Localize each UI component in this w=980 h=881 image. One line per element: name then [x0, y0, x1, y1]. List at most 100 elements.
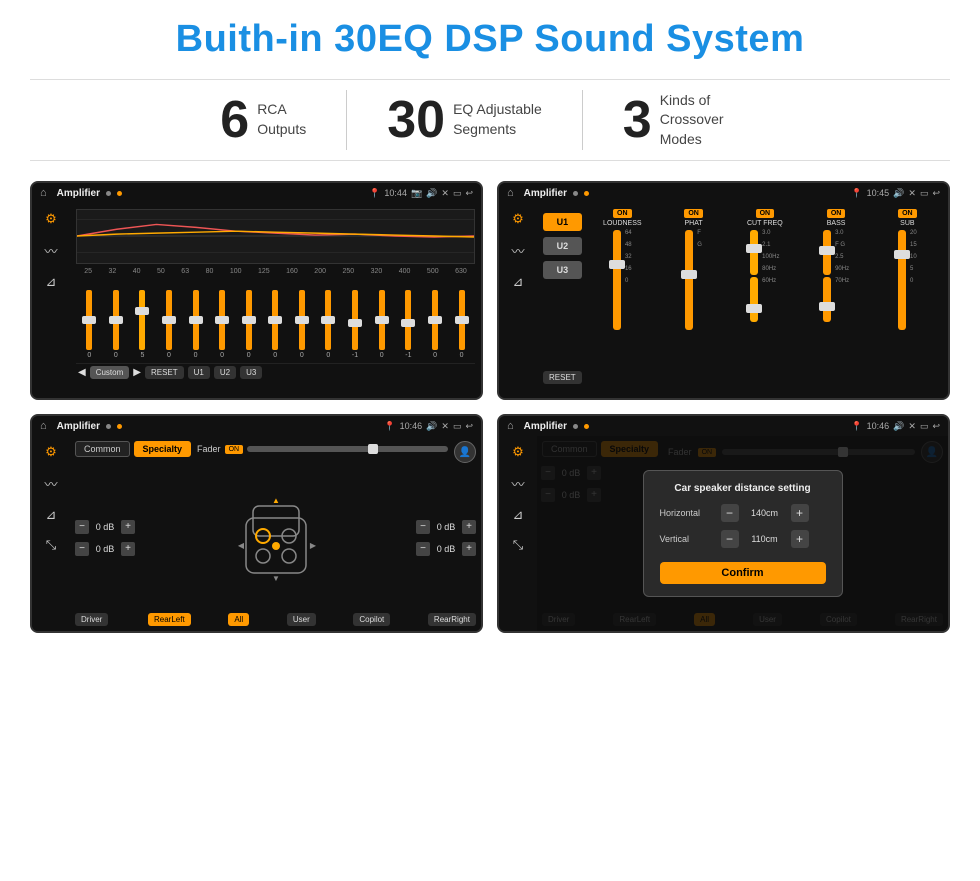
tab-specialty[interactable]: Specialty: [134, 441, 192, 457]
fader-row: Fader ON: [197, 444, 448, 454]
vol-icon-3: 🔊: [426, 421, 437, 432]
car-svg: ▲ ▼ ◀ ▶: [231, 488, 321, 588]
eq-play-btn[interactable]: ▶: [133, 367, 141, 378]
home-icon-2[interactable]: ⌂: [507, 187, 514, 199]
eq-prev-btn[interactable]: ◀: [78, 367, 86, 378]
app-name-4: Amplifier: [524, 421, 567, 432]
db-minus-left-1[interactable]: −: [75, 520, 89, 534]
bass-scale: 3.0F G2.590Hz70Hz: [835, 230, 849, 322]
eq-u1-btn[interactable]: U1: [188, 366, 210, 379]
profile-icon-3[interactable]: 👤: [454, 441, 476, 463]
back-icon-1[interactable]: ↩: [465, 188, 473, 199]
param-bass: ON BASS: [801, 209, 870, 392]
stat-eq: 30 EQ Adjustable Segments: [347, 94, 582, 146]
u3-button[interactable]: U3: [543, 261, 582, 279]
db-minus-right-2[interactable]: −: [416, 542, 430, 556]
db-plus-right-2[interactable]: +: [462, 542, 476, 556]
db-minus-left-2[interactable]: −: [75, 542, 89, 556]
bass-label: BASS: [827, 220, 846, 227]
status-bar-2: ⌂ Amplifier 📍 10:45 🔊 ✕ ▭ ↩: [499, 183, 948, 203]
confirm-button[interactable]: Confirm: [660, 562, 826, 584]
eq-u3-btn[interactable]: U3: [240, 366, 262, 379]
pin-icon-3: 📍: [384, 421, 395, 432]
speaker-icon-1[interactable]: ⊿: [46, 274, 57, 290]
back-icon-4[interactable]: ↩: [932, 421, 940, 432]
time-3: 10:46: [400, 421, 423, 431]
eq-slider-14: 0: [432, 290, 438, 359]
wave-icon-3[interactable]: 〰: [44, 474, 57, 493]
wave-icon-4[interactable]: 〰: [511, 474, 524, 493]
vertical-label: Vertical: [660, 534, 715, 544]
vertical-plus-btn[interactable]: +: [791, 530, 809, 548]
x-icon-3: ✕: [441, 421, 449, 432]
eq-icon-4[interactable]: ⚙: [512, 444, 524, 460]
sub-scale: 20151050: [910, 230, 917, 330]
copilot-btn[interactable]: Copilot: [353, 613, 390, 626]
back-icon-3[interactable]: ↩: [465, 421, 473, 432]
distance-main-area: Common Specialty Fader ON 👤 Driver Rea: [537, 436, 948, 631]
phat-slider[interactable]: [685, 230, 693, 330]
eq-slider-11: -1: [352, 290, 358, 359]
expand-icon-4[interactable]: ⤡: [513, 537, 523, 553]
status-dot-4b: [584, 424, 589, 429]
expand-icon-3[interactable]: ⤡: [46, 537, 56, 553]
cutfreq-slider1[interactable]: [750, 230, 758, 275]
db-plus-left-1[interactable]: +: [121, 520, 135, 534]
time-2: 10:45: [867, 188, 890, 198]
tab-common[interactable]: Common: [75, 441, 130, 457]
db-value-left-2: 0 dB: [92, 544, 118, 554]
rearleft-btn[interactable]: RearLeft: [148, 613, 191, 626]
eq-slider-7: 0: [246, 290, 252, 359]
eq-icon-3[interactable]: ⚙: [45, 444, 57, 460]
eq-custom-btn[interactable]: Custom: [90, 366, 130, 379]
sub-slider[interactable]: [898, 230, 906, 330]
eq-graph: [76, 209, 475, 264]
eq-icon-1[interactable]: ⚙: [45, 211, 57, 227]
u2-button[interactable]: U2: [543, 237, 582, 255]
user-btn[interactable]: User: [287, 613, 316, 626]
vertical-minus-btn[interactable]: −: [721, 530, 739, 548]
page-container: Buith-in 30EQ DSP Sound System 6 RCA Out…: [0, 0, 980, 881]
bass-slider2[interactable]: [823, 277, 831, 322]
home-icon-3[interactable]: ⌂: [40, 420, 47, 432]
main-title: Buith-in 30EQ DSP Sound System: [30, 18, 950, 61]
eq-slider-6: 0: [219, 290, 225, 359]
db-plus-right-1[interactable]: +: [462, 520, 476, 534]
eq-slider-15: 0: [459, 290, 465, 359]
wave-icon-2[interactable]: 〰: [511, 241, 524, 260]
db-plus-left-2[interactable]: +: [121, 542, 135, 556]
db-minus-right-1[interactable]: −: [416, 520, 430, 534]
speaker-icon-4[interactable]: ⊿: [513, 507, 524, 523]
eq-icon-2[interactable]: ⚙: [512, 211, 524, 227]
vol-icon-2: 🔊: [893, 188, 904, 199]
loudness-on-badge: ON: [613, 209, 632, 218]
fader-slider[interactable]: [247, 446, 448, 452]
rearright-btn[interactable]: RearRight: [428, 613, 476, 626]
wave-icon-1[interactable]: 〰: [44, 241, 57, 260]
stat-crossover: 3 Kinds of Crossover Modes: [583, 91, 800, 150]
home-icon-1[interactable]: ⌂: [40, 187, 47, 199]
driver-btn[interactable]: Driver: [75, 613, 108, 626]
status-dot-3b: [117, 424, 122, 429]
app-name-3: Amplifier: [57, 421, 100, 432]
loudness-slider[interactable]: [613, 230, 621, 330]
back-icon-2[interactable]: ↩: [932, 188, 940, 199]
all-btn[interactable]: All: [228, 613, 249, 626]
speaker-icon-2[interactable]: ⊿: [513, 274, 524, 290]
eq-reset-btn[interactable]: RESET: [145, 366, 184, 379]
horizontal-plus-btn[interactable]: +: [791, 504, 809, 522]
sub-label: SUB: [900, 220, 914, 227]
u1-button[interactable]: U1: [543, 213, 582, 231]
crossover-reset-btn[interactable]: RESET: [543, 371, 582, 384]
bass-slider1[interactable]: [823, 230, 831, 275]
speaker-icon-3[interactable]: ⊿: [46, 507, 57, 523]
home-icon-4[interactable]: ⌂: [507, 420, 514, 432]
db-controls-left: − 0 dB + − 0 dB +: [75, 520, 135, 556]
eq-u2-btn[interactable]: U2: [214, 366, 236, 379]
vertical-value: 110cm: [745, 534, 785, 544]
fader-on-button[interactable]: ON: [225, 445, 244, 454]
left-sidebar-2: ⚙ 〰 ⊿: [499, 203, 537, 398]
horizontal-minus-btn[interactable]: −: [721, 504, 739, 522]
screen-speaker: ⌂ Amplifier 📍 10:46 🔊 ✕ ▭ ↩ ⚙ 〰 ⊿: [30, 414, 483, 633]
cutfreq-slider2[interactable]: [750, 277, 758, 322]
